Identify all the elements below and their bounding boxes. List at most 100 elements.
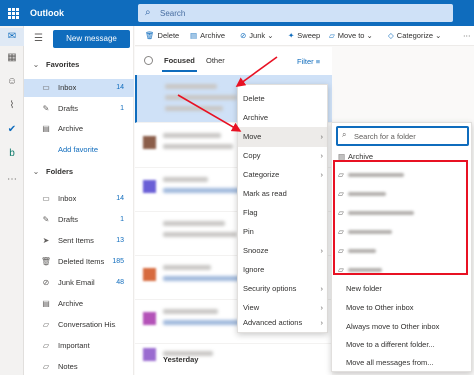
search-placeholder: Search: [160, 9, 186, 18]
more-apps-icon[interactable]: ⋯: [0, 174, 24, 185]
pencil-icon: ✎: [42, 104, 50, 113]
menu-item-categorize[interactable]: Categorize ›: [238, 165, 327, 185]
favorite-archive[interactable]: ▤ Archive: [24, 120, 134, 138]
categorize-button[interactable]: ◇ Categorize ⌄: [388, 26, 441, 46]
sweep-icon: ✦: [288, 31, 295, 40]
tag-icon: ◇: [388, 31, 394, 40]
search-icon: ⌕: [145, 7, 151, 18]
archive-icon: ▤: [42, 299, 50, 308]
folders-header[interactable]: ⌄ Folders: [24, 163, 134, 181]
trash-icon: 🗑: [145, 31, 155, 40]
command-toolbar: 🗑 Delete ▤ Archive ⊘ Junk ⌄ ✦ Sweep ▱ Move to…: [135, 26, 474, 46]
folder-search-field[interactable]: ⌕: [336, 126, 469, 146]
people-icon[interactable]: ☺: [0, 76, 24, 87]
chevron-down-icon: ⌄: [32, 60, 40, 69]
submenu-folder-item[interactable]: ▱: [332, 184, 471, 204]
tab-other[interactable]: Other: [206, 56, 225, 65]
move-to-button[interactable]: ▱ Move to ⌄: [329, 26, 373, 46]
folder-icon: ▱: [338, 265, 344, 274]
todo-icon[interactable]: ✔: [0, 124, 24, 135]
app-title: Outlook: [30, 8, 64, 18]
search-icon: ⌕: [342, 130, 347, 139]
folder-conversation-history[interactable]: ▱ Conversation His...: [24, 316, 134, 334]
folder-deleted-items[interactable]: 🗑 Deleted Items 185: [24, 253, 134, 271]
new-message-button[interactable]: New message: [53, 30, 130, 48]
inbox-tabs: Focused Other Filter ≡: [135, 47, 332, 75]
archive-icon: ▤: [42, 124, 50, 133]
move-to-other-inbox-button[interactable]: Move to Other inbox: [332, 298, 471, 318]
menu-item-advanced-actions[interactable]: Advanced actions ›: [238, 313, 327, 333]
junk-icon: ⊘: [240, 31, 247, 40]
favorites-header[interactable]: ⌄ Favorites: [24, 56, 134, 74]
favorite-drafts[interactable]: ✎ Drafts 1: [24, 100, 134, 118]
delete-button[interactable]: 🗑 Delete: [145, 26, 179, 46]
menu-item-pin[interactable]: Pin: [238, 222, 327, 242]
submenu-folder-item[interactable]: ▱: [332, 241, 471, 261]
menu-item-mark-as-read[interactable]: Mark as read: [238, 184, 327, 204]
move-submenu: ⌕ ▤ Archive ▱ ▱ ▱ ▱ ▱ ▱ New folder Move …: [331, 122, 472, 372]
chevron-right-icon: ›: [320, 151, 324, 160]
group-header-yesterday: Yesterday: [163, 355, 199, 364]
more-options-icon[interactable]: ⋯: [463, 26, 471, 46]
archive-button[interactable]: ▤ Archive: [190, 26, 225, 46]
folder-notes[interactable]: ▱ Notes: [24, 358, 134, 375]
send-icon: ➤: [42, 236, 50, 245]
favorite-inbox[interactable]: ▭ Inbox 14: [24, 79, 134, 97]
attachment-icon[interactable]: ⌇: [0, 100, 24, 111]
submenu-folder-item[interactable]: ▱: [332, 260, 471, 280]
submenu-folder-item[interactable]: ▱: [332, 203, 471, 223]
folder-icon: ▱: [42, 362, 50, 371]
menu-item-flag[interactable]: Flag: [238, 203, 327, 223]
sweep-button[interactable]: ✦ Sweep: [288, 26, 320, 46]
menu-item-archive[interactable]: Archive: [238, 108, 327, 128]
menu-item-ignore[interactable]: Ignore: [238, 260, 327, 280]
folder-icon: ▱: [338, 208, 344, 217]
archive-icon: ▤: [338, 152, 346, 161]
pencil-icon: ✎: [42, 215, 50, 224]
menu-item-copy[interactable]: Copy ›: [238, 146, 327, 166]
menu-item-security-options[interactable]: Security options ›: [238, 279, 327, 299]
menu-item-snooze[interactable]: Snooze ›: [238, 241, 327, 261]
folder-search-input[interactable]: [354, 130, 466, 143]
search-box[interactable]: ⌕ Search: [138, 4, 453, 22]
folder-archive[interactable]: ▤ Archive: [24, 295, 134, 313]
chevron-right-icon: ›: [320, 284, 324, 293]
menu-item-move[interactable]: Move ›: [238, 127, 327, 147]
folder-icon: ▱: [42, 320, 50, 329]
tab-focused[interactable]: Focused: [162, 56, 197, 72]
folder-icon: ▱: [338, 246, 344, 255]
always-move-to-other-inbox-button[interactable]: Always move to Other inbox: [332, 317, 471, 337]
move-all-messages-from-button[interactable]: Move all messages from...: [332, 353, 471, 373]
submenu-folder-item[interactable]: ▱: [332, 165, 471, 185]
archive-icon: ▤: [190, 31, 198, 40]
folder-drafts[interactable]: ✎ Drafts 1: [24, 211, 134, 229]
folder-junk-email[interactable]: ⊘ Junk Email 48: [24, 274, 134, 292]
app-launcher-icon[interactable]: [8, 8, 19, 19]
bookings-icon[interactable]: b: [0, 148, 24, 159]
select-all-checkbox[interactable]: [144, 56, 153, 65]
top-bar: Outlook ⌕ Search: [0, 0, 474, 26]
inbox-icon: ▭: [42, 194, 50, 203]
menu-item-delete[interactable]: Delete: [238, 89, 327, 109]
calendar-icon[interactable]: ▦: [0, 52, 24, 63]
folder-icon: ▱: [42, 341, 50, 350]
junk-icon: ⊘: [42, 278, 50, 287]
move-to-different-folder-button[interactable]: Move to a different folder...: [332, 335, 471, 355]
chevron-right-icon: ›: [320, 318, 324, 327]
hamburger-menu-icon[interactable]: ☰: [34, 33, 43, 44]
context-menu: Delete Archive Move › Copy › Categorize › M…: [237, 84, 328, 333]
folder-sent-items[interactable]: ➤ Sent Items 13: [24, 232, 134, 250]
submenu-folder-item[interactable]: ▱: [332, 222, 471, 242]
submenu-folder-archive[interactable]: ▤ Archive: [332, 147, 471, 167]
folder-inbox[interactable]: ▭ Inbox 14: [24, 190, 134, 208]
mail-icon[interactable]: ✉: [0, 28, 24, 46]
junk-button[interactable]: ⊘ Junk ⌄: [240, 26, 274, 46]
folder-pane: ☰ New message ⌄ Favorites ▭ Inbox 14 ✎ D…: [24, 26, 134, 375]
trash-icon: 🗑: [40, 257, 52, 266]
add-favorite-link[interactable]: Add favorite: [24, 141, 134, 159]
new-folder-button[interactable]: New folder: [332, 279, 471, 299]
chevron-right-icon: ›: [320, 132, 324, 141]
filter-button[interactable]: Filter ≡: [297, 57, 320, 66]
folder-important[interactable]: ▱ Important: [24, 337, 134, 355]
app-rail: ✉ ▦ ☺ ⌇ ✔ b ⋯: [0, 26, 24, 375]
